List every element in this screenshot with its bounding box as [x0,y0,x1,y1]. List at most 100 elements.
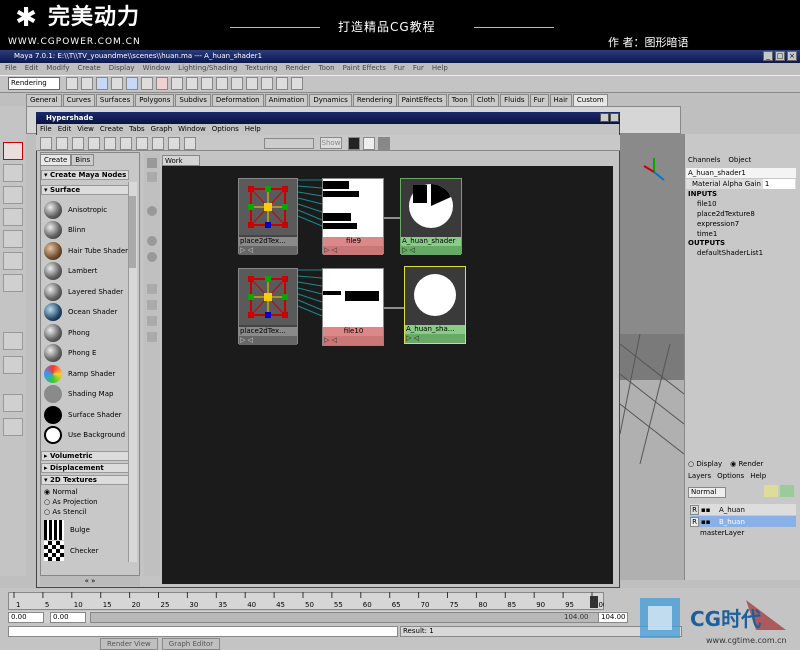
manipulator-icon[interactable] [3,274,23,292]
panel-arrows[interactable]: « » [40,576,140,586]
shelf-tab-fur[interactable]: Fur [529,94,549,106]
menu-help[interactable]: Help [432,63,448,74]
hs-menu-tabs[interactable]: Tabs [129,124,145,135]
node-layered[interactable]: Layered Shader [44,282,123,302]
node-ocean[interactable]: Ocean Shader [44,302,117,322]
input-item[interactable]: place2dTexture8 [697,209,755,219]
close-button[interactable]: × [787,51,797,61]
strip-icon[interactable] [147,158,157,168]
hs-rearrange-icon[interactable] [88,137,100,150]
history-icon[interactable] [246,77,258,90]
hs-expand-icon[interactable] [184,137,196,150]
start-time-field[interactable]: 0.00 [8,612,44,623]
snap-point-icon[interactable] [216,77,228,90]
node-hair-tube[interactable]: Hair Tube Shader [44,241,128,261]
rotate-tool-icon[interactable] [3,230,23,248]
menu-modify[interactable]: Modify [46,63,69,74]
hs-output-connections-icon[interactable] [136,137,148,150]
file9-node[interactable]: file9 ▷ ◁ [322,178,384,255]
strip-icon[interactable] [147,316,157,326]
textures-2d-section[interactable]: ▾ 2D Textures [41,475,129,485]
select-component-icon[interactable] [141,77,153,90]
strip-icon[interactable] [147,300,157,310]
render-radio[interactable]: ◉ Render [730,460,763,468]
snap-grid-icon[interactable] [186,77,198,90]
hs-graph-up-icon[interactable] [40,137,52,150]
displacement-section[interactable]: ▸ Displacement [41,463,129,473]
channel-object-name[interactable]: A_huan_shader1 [686,168,796,178]
shelf-tab-custom[interactable]: Custom [572,94,608,106]
texture-mode-stencil[interactable]: ○ As Stencil [44,508,87,516]
select-tool-icon[interactable] [3,142,23,160]
menu-toon[interactable]: Toon [318,63,334,74]
channel-attr-value[interactable]: 1 [762,179,795,189]
strip-icon[interactable] [147,236,157,246]
shelf-tab-dynamics[interactable]: Dynamics [309,94,352,106]
node-arrows[interactable]: ▷ ◁ [405,334,465,343]
layer-row-selected[interactable]: R ▪▪ B_huan [690,516,796,527]
menu-window[interactable]: Window [143,63,171,74]
display-radio[interactable]: ○ Display [688,460,722,468]
scale-tool-icon[interactable] [3,252,23,270]
shelf-tab-general[interactable]: General [26,94,62,106]
node-phong-e[interactable]: Phong E [44,343,96,363]
new-scene-icon[interactable] [66,77,78,90]
tab-object[interactable]: Object [728,156,751,164]
new-layer-selected-icon[interactable] [780,485,794,497]
layer-menu-options[interactable]: Options [717,472,744,480]
mask-icon-2[interactable] [171,77,183,90]
channel-attribute[interactable]: Material Alpha Gain 1 [686,179,796,189]
shelf-tab-animation[interactable]: Animation [264,94,309,106]
texture-mode-projection[interactable]: ○ As Projection [44,498,98,506]
command-line-input[interactable] [8,626,398,637]
create-maya-nodes-header[interactable]: ▾ Create Maya Nodes [41,170,129,180]
save-scene-icon[interactable] [96,77,108,90]
strip-icon[interactable] [147,252,157,262]
texture-mode-normal[interactable]: ◉ Normal [44,488,78,496]
playback-start-field[interactable]: 0.00 [50,612,86,623]
place2d-node[interactable]: place2dTex... ▷ ◁ [238,178,298,255]
menu-display[interactable]: Display [109,63,135,74]
output-item[interactable]: defaultShaderList1 [697,248,763,258]
task-render-view[interactable]: Render View [100,638,158,650]
hs-graph-down-icon[interactable] [56,137,68,150]
menu-file[interactable]: File [5,63,17,74]
a-huan-shader-node[interactable]: A_huan_shader ▷ ◁ [400,178,462,255]
node-shading-map[interactable]: Shading Map [44,384,113,404]
snap-curve-icon[interactable] [201,77,213,90]
hs-input-connections-icon[interactable] [104,137,116,150]
hs-io-connections-icon[interactable] [120,137,132,150]
shelf-tab-cloth[interactable]: Cloth [472,94,500,106]
layer-name[interactable]: A_huan [719,506,745,514]
strip-icon[interactable] [147,284,157,294]
menu-lighting[interactable]: Lighting/Shading [178,63,237,74]
shelf-tab-toon[interactable]: Toon [447,94,472,106]
shelf-tab-rendering[interactable]: Rendering [352,94,397,106]
layout-persp-icon[interactable] [3,394,23,412]
layer-render-flag[interactable]: R [690,516,699,527]
range-handle[interactable] [90,612,600,623]
tab-channels[interactable]: Channels [688,156,720,164]
node-checker[interactable]: Checker [44,541,98,561]
show-button[interactable]: Show [320,137,342,149]
render-globals-icon[interactable] [291,77,303,90]
strip-icon[interactable] [147,172,157,182]
place2d-node[interactable]: place2dTex... ▷ ◁ [238,268,298,345]
task-graph-editor[interactable]: Graph Editor [161,638,221,650]
strip-icon[interactable] [147,206,157,216]
shelf-tab-fluids[interactable]: Fluids [500,94,529,106]
volumetric-section[interactable]: ▸ Volumetric [41,451,129,461]
layout-single-icon[interactable] [3,332,23,350]
hs-menu-options[interactable]: Options [212,124,239,135]
hs-menu-window[interactable]: Window [178,124,206,135]
minimize-button[interactable]: _ [763,51,773,61]
hs-menu-edit[interactable]: Edit [58,124,72,135]
hs-filter-input[interactable] [264,138,314,149]
node-arrows[interactable]: ▷ ◁ [323,336,383,345]
layer-row[interactable]: R ▪▪ A_huan [690,504,796,515]
layout-bottom-icon[interactable] [363,137,375,150]
shelf-tab-curves[interactable]: Curves [62,94,95,106]
hs-menu-view[interactable]: View [77,124,94,135]
menu-fur2[interactable]: Fur [413,63,424,74]
input-item[interactable]: expression7 [697,219,739,229]
